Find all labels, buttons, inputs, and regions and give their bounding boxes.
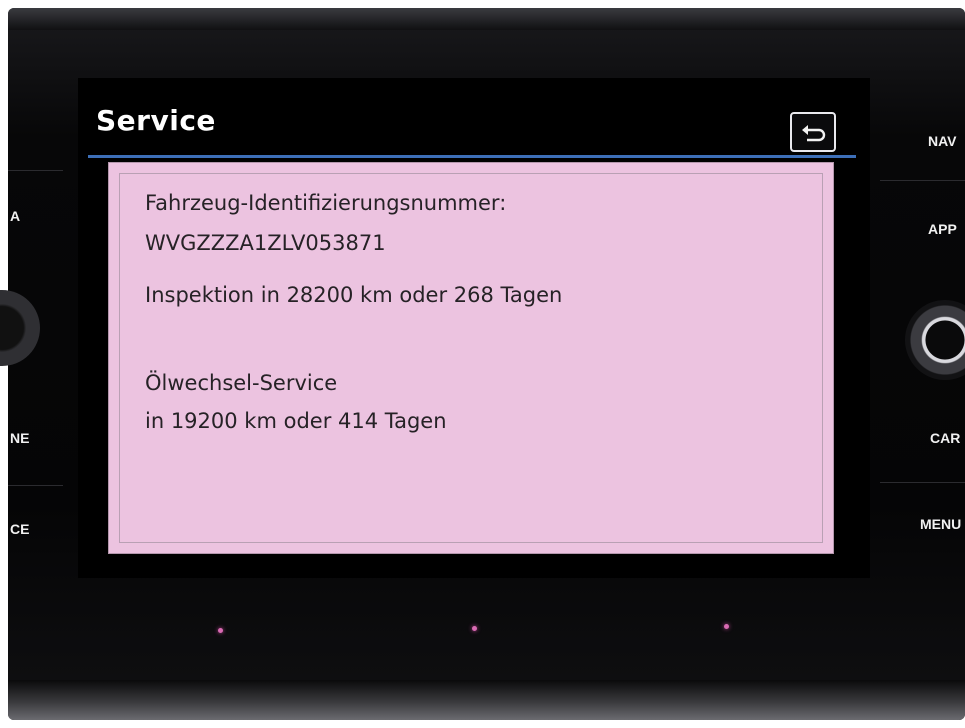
- service-info-frame: [119, 173, 823, 543]
- title-divider: [88, 155, 856, 158]
- button-divider: [880, 482, 965, 483]
- vin-value: WVGZZZA1ZLV053871: [145, 231, 386, 255]
- indicator-dot: [218, 628, 223, 633]
- page-title: Service: [96, 104, 216, 137]
- vin-label: Fahrzeug-Identifizierungsnummer:: [145, 191, 507, 215]
- left-hardware-button-3[interactable]: CE: [10, 521, 29, 537]
- bezel-top-trim: [8, 8, 965, 30]
- app-hardware-button[interactable]: APP: [928, 221, 957, 237]
- left-hardware-button-1[interactable]: A: [10, 208, 20, 224]
- button-divider: [8, 170, 63, 171]
- button-divider: [880, 180, 965, 181]
- oil-service-detail: in 19200 km oder 414 Tagen: [145, 409, 447, 433]
- oil-service-title: Ölwechsel-Service: [145, 371, 338, 395]
- service-info-panel: Fahrzeug-Identifizierungsnummer: WVGZZZA…: [108, 162, 834, 554]
- indicator-dot: [472, 626, 477, 631]
- button-divider: [8, 485, 63, 486]
- back-button[interactable]: [790, 112, 836, 152]
- back-arrow-icon: [802, 125, 826, 142]
- left-hardware-button-2[interactable]: NE: [10, 430, 29, 446]
- bezel-bottom-trim: [8, 680, 965, 720]
- inspection-due-text: Inspektion in 28200 km oder 268 Tagen: [145, 283, 563, 307]
- car-hardware-button[interactable]: CAR: [930, 430, 960, 446]
- indicator-dot: [724, 624, 729, 629]
- menu-hardware-button[interactable]: MENU: [920, 516, 961, 532]
- nav-hardware-button[interactable]: NAV: [928, 133, 957, 149]
